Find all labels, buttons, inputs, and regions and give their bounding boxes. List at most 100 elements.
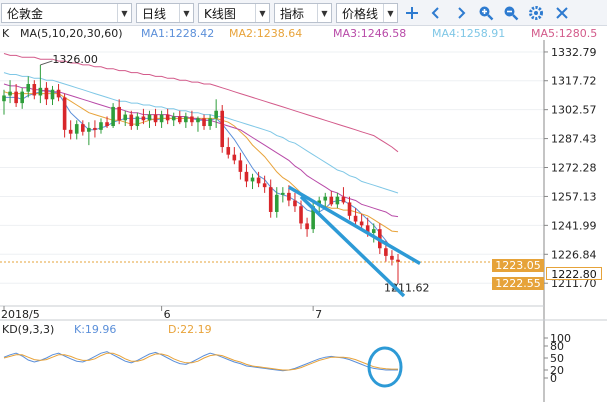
candle-body xyxy=(196,118,200,123)
candle-body xyxy=(129,114,134,127)
candle xyxy=(202,114,206,130)
y-tick-label: 1226.84 xyxy=(551,248,597,261)
candle-body xyxy=(220,110,225,148)
candle xyxy=(196,116,200,132)
candle xyxy=(390,250,394,266)
candle-body xyxy=(287,192,291,201)
x-tick-label: 2018/5 xyxy=(1,308,40,321)
candle-body xyxy=(353,215,358,222)
candle xyxy=(232,147,237,165)
candle xyxy=(184,112,188,128)
kd-d-value: D:22.19 xyxy=(168,323,212,336)
candle xyxy=(329,190,334,207)
y-tick-label: 1241.99 xyxy=(551,219,597,232)
moving-averages xyxy=(3,53,399,252)
candle-body xyxy=(99,122,103,130)
kd-tick-label: 0 xyxy=(550,372,557,385)
candle xyxy=(238,152,243,180)
candle-body xyxy=(153,114,158,123)
candle xyxy=(335,192,340,209)
candle-body xyxy=(111,106,115,127)
high-marker-line xyxy=(40,60,53,66)
candle-body xyxy=(359,221,364,226)
candle-body xyxy=(147,114,152,121)
candle-body xyxy=(208,118,212,127)
candle-body xyxy=(232,154,237,161)
candle xyxy=(93,120,97,138)
price-tag-current: 1222.80 xyxy=(546,267,602,281)
candle xyxy=(99,118,103,134)
candle xyxy=(38,64,43,104)
candle xyxy=(250,173,255,190)
candle xyxy=(2,89,6,115)
candle xyxy=(281,187,285,203)
candle xyxy=(347,196,352,220)
candle-body xyxy=(202,118,206,127)
candle xyxy=(305,217,309,237)
candle-body xyxy=(62,97,67,130)
candle xyxy=(111,103,115,128)
kd-params: KD(9,3,3) xyxy=(2,323,55,336)
candle-body xyxy=(32,84,37,96)
x-tick-label: 6 xyxy=(164,308,171,321)
candle-body xyxy=(323,196,328,201)
x-tick-label: 7 xyxy=(315,308,322,321)
candle xyxy=(177,110,182,125)
candle-body xyxy=(226,147,231,155)
candle xyxy=(147,110,152,128)
candle-body xyxy=(390,255,394,260)
candle-body xyxy=(268,187,273,212)
y-tick-label: 1302.57 xyxy=(551,104,597,117)
candle xyxy=(171,112,176,127)
candle-body xyxy=(214,110,218,119)
candle xyxy=(159,110,164,128)
candle-body xyxy=(250,177,255,182)
candle-body xyxy=(135,116,140,127)
candle-body xyxy=(184,116,188,123)
candle xyxy=(165,108,170,125)
candle-body xyxy=(238,160,243,172)
candle xyxy=(20,87,24,109)
candle-body xyxy=(87,127,91,132)
y-tick-label: 1272.28 xyxy=(551,162,597,175)
candle-body xyxy=(371,229,376,233)
y-tick-label: 1332.79 xyxy=(551,46,597,59)
candle-body xyxy=(256,177,261,184)
candle xyxy=(226,137,231,159)
candle-body xyxy=(177,116,182,123)
candle xyxy=(135,112,140,130)
candle xyxy=(293,192,297,212)
kd-k-value: K:19.96 xyxy=(74,323,117,336)
candle-body xyxy=(56,89,61,98)
chart-canvas[interactable]: 1326.001211.62 1332.791317.721302.571287… xyxy=(0,0,607,402)
y-tick-label: 1287.43 xyxy=(551,133,597,146)
candle-body xyxy=(159,114,164,123)
axes: 1332.79 1317.72 1302.57 1287.43 1272.28 1257.… xyxy=(0,40,607,402)
price-tag-lower: 1222.55 xyxy=(492,277,544,290)
y-tick-label: 1257.13 xyxy=(551,190,597,203)
candle-body xyxy=(117,106,121,121)
candle-body xyxy=(384,248,388,256)
candle xyxy=(14,84,18,107)
candle-body xyxy=(26,84,31,92)
candle xyxy=(26,76,31,98)
candle-body xyxy=(165,114,170,121)
candle-body xyxy=(105,122,109,127)
candle xyxy=(74,120,79,140)
candle xyxy=(8,80,12,104)
candle xyxy=(87,122,91,146)
candle-body xyxy=(299,206,303,224)
candle-body xyxy=(281,192,285,195)
candle-body xyxy=(190,116,194,123)
candle-body xyxy=(93,127,97,130)
candle-body xyxy=(305,223,309,230)
candle-body xyxy=(171,116,176,121)
candle-body xyxy=(44,87,49,100)
candle-body xyxy=(293,200,297,207)
candle xyxy=(129,110,134,130)
candle xyxy=(68,120,73,140)
candle-body xyxy=(2,95,6,102)
ma-line-ma4 xyxy=(3,72,399,194)
high-label: 1326.00 xyxy=(52,53,98,66)
candle-body xyxy=(341,196,346,203)
